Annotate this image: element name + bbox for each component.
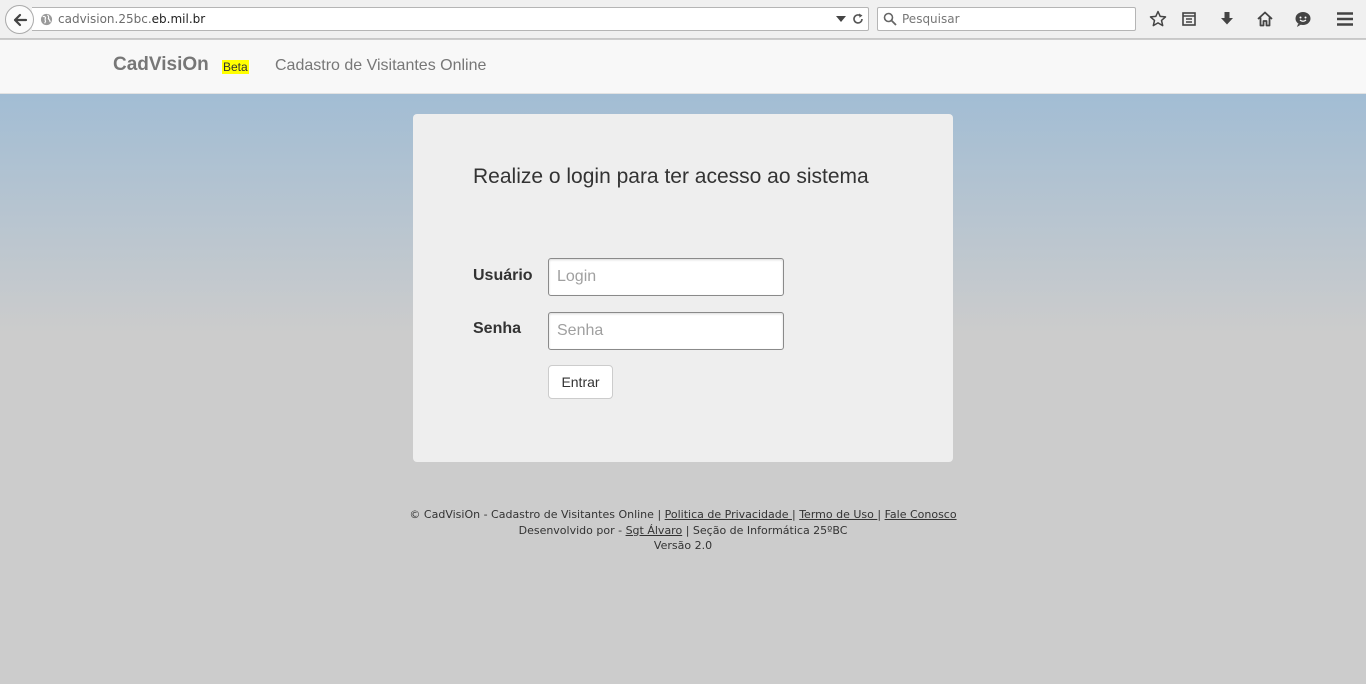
password-label: Senha [473,320,522,337]
password-input[interactable] [548,312,784,350]
back-button[interactable] [5,5,34,34]
privacy-policy-link[interactable]: Politica de Privacidade [665,508,792,521]
reading-list-icon[interactable] [1179,9,1199,29]
browser-toolbar: cadvision.25bc.eb.mil.br Pesquisar [0,0,1366,39]
footer-line-2: Desenvolvido por - Sgt Álvaro | Seção de… [0,523,1366,539]
login-card: Realize o login para ter acesso ao siste… [413,114,953,462]
search-icon [883,12,897,26]
home-icon[interactable] [1255,9,1275,29]
footer: © CadVisiOn - Cadastro de Visitantes Onl… [0,507,1366,554]
download-icon[interactable] [1217,9,1237,29]
nav-subtitle-link[interactable]: Cadastro de Visitantes Online [275,57,486,75]
developer-link[interactable]: Sgt Álvaro [626,524,683,537]
url-text: cadvision.25bc.eb.mil.br [58,12,205,26]
footer-separator: | [657,508,662,521]
footer-version: Versão 2.0 [653,539,713,552]
footer-copyright: © CadVisiOn - Cadastro de Visitantes Onl… [409,508,654,521]
footer-developed-by: Desenvolvido por - [518,523,623,537]
footer-separator: | [877,508,882,521]
back-arrow-icon [13,13,27,26]
globe-icon [40,13,53,26]
footer-line-1: © CadVisiOn - Cadastro de Visitantes Onl… [0,507,1366,523]
url-prefix: cadvision.25bc. [58,12,152,26]
url-domain: eb.mil.br [151,12,206,26]
footer-section: | Seção de Informática 25ºBC [685,523,848,537]
chat-icon[interactable] [1293,9,1313,29]
hamburger-menu-icon[interactable] [1335,9,1355,29]
dropdown-arrow-icon[interactable] [836,16,846,22]
reload-icon[interactable] [851,12,865,26]
terms-of-use-link[interactable]: Termo de Uso [799,508,877,521]
url-bar[interactable]: cadvision.25bc.eb.mil.br [32,7,869,31]
search-bar[interactable]: Pesquisar [877,7,1136,31]
main-area: Realize o login para ter acesso ao siste… [0,94,1366,684]
footer-separator: | [791,508,796,521]
app-navbar: CadVisiOn Beta Cadastro de Visitantes On… [0,40,1366,94]
login-title: Realize o login para ter acesso ao siste… [473,165,869,188]
search-placeholder: Pesquisar [902,12,960,26]
bookmark-star-icon[interactable] [1148,9,1168,29]
login-submit-button[interactable]: Entrar [548,365,613,399]
contact-link[interactable]: Fale Conosco [885,508,957,521]
brand-logo[interactable]: CadVisiOn [113,54,209,76]
beta-badge: Beta [222,60,249,74]
username-input[interactable] [548,258,784,296]
username-label: Usuário [473,267,533,284]
